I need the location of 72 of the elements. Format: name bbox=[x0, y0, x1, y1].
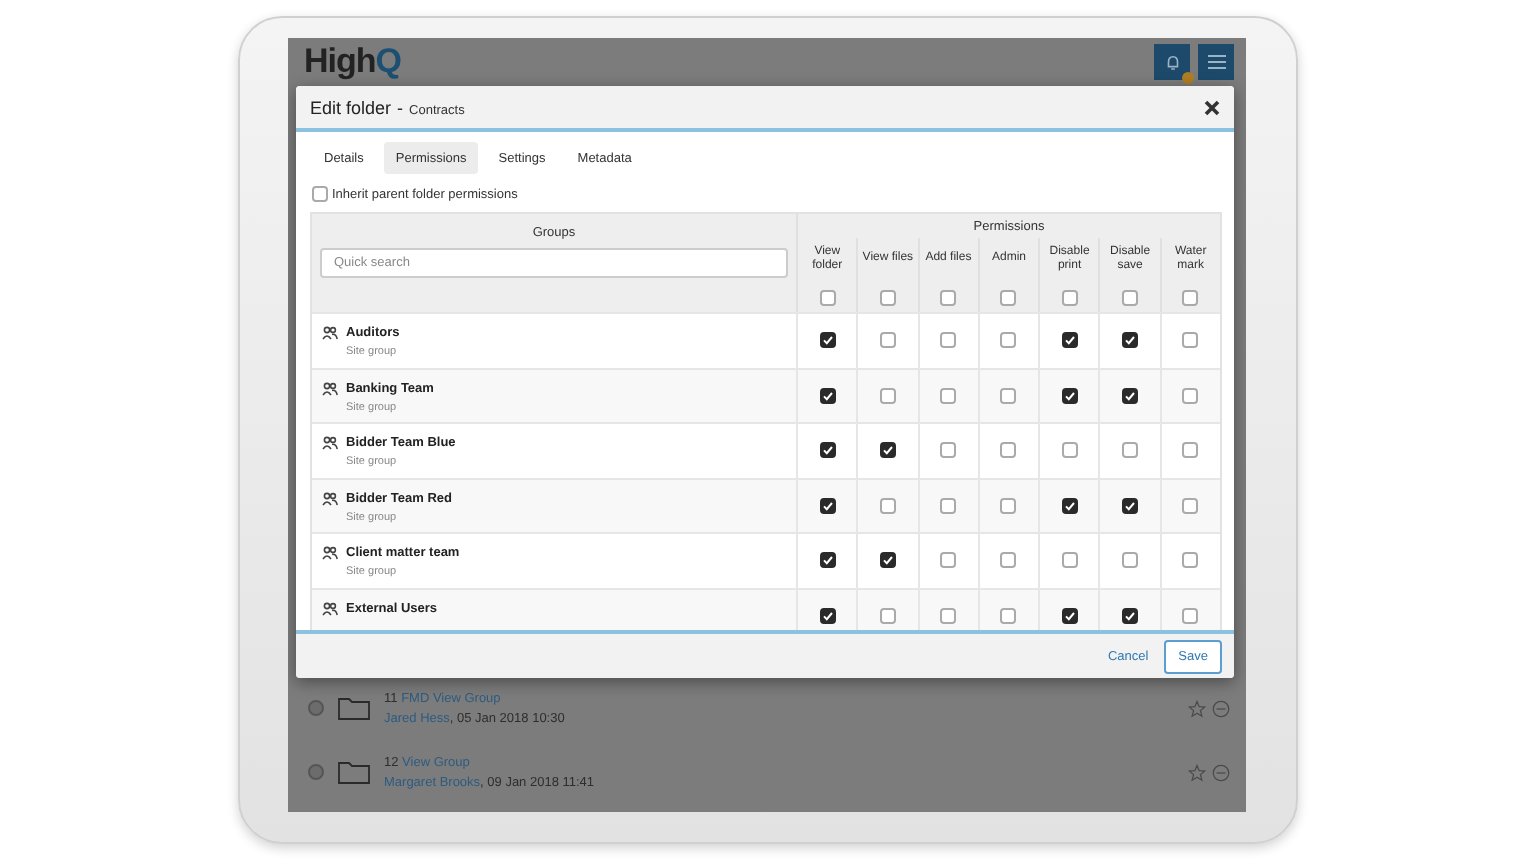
permission-checkbox[interactable] bbox=[879, 387, 896, 404]
permission-checkbox[interactable] bbox=[819, 442, 836, 459]
permission-checkbox[interactable] bbox=[1061, 387, 1078, 404]
star-icon[interactable] bbox=[1188, 763, 1206, 781]
permission-checkbox[interactable] bbox=[1182, 552, 1199, 569]
select-all-checkbox[interactable] bbox=[1061, 289, 1078, 305]
permission-checkbox[interactable] bbox=[1182, 607, 1199, 624]
permission-checkbox[interactable] bbox=[1122, 332, 1139, 349]
permission-checkbox[interactable] bbox=[819, 497, 836, 514]
permission-checkbox[interactable] bbox=[819, 387, 836, 404]
permission-checkbox[interactable] bbox=[940, 442, 957, 459]
permission-checkbox[interactable] bbox=[1061, 552, 1078, 569]
permission-checkbox[interactable] bbox=[879, 497, 896, 514]
permission-checkbox[interactable] bbox=[1182, 332, 1199, 349]
permission-checkbox[interactable] bbox=[1061, 332, 1078, 349]
more-icon[interactable] bbox=[1212, 699, 1230, 717]
select-all-checkbox[interactable] bbox=[940, 289, 957, 305]
row-checkbox[interactable] bbox=[308, 764, 324, 780]
permission-checkbox[interactable] bbox=[1122, 387, 1139, 404]
permission-checkbox[interactable] bbox=[819, 552, 836, 569]
permission-checkbox[interactable] bbox=[1000, 552, 1017, 569]
permission-checkbox[interactable] bbox=[1061, 442, 1078, 459]
inherit-checkbox[interactable] bbox=[312, 186, 328, 202]
permission-checkbox[interactable] bbox=[940, 607, 957, 624]
people-icon bbox=[322, 491, 338, 505]
people-icon bbox=[322, 381, 338, 395]
menu-button[interactable] bbox=[1198, 44, 1234, 80]
row-checkbox[interactable] bbox=[308, 700, 324, 716]
permission-checkbox[interactable] bbox=[1061, 607, 1078, 624]
star-icon[interactable] bbox=[1188, 699, 1206, 717]
notifications-button[interactable] bbox=[1154, 44, 1190, 80]
people-icon bbox=[322, 436, 338, 450]
permission-checkbox[interactable] bbox=[1061, 497, 1078, 514]
permission-checkbox[interactable] bbox=[819, 332, 836, 349]
people-icon bbox=[322, 601, 338, 615]
permission-checkbox[interactable] bbox=[940, 332, 957, 349]
folder-icon bbox=[338, 760, 370, 784]
permission-checkbox[interactable] bbox=[879, 607, 896, 624]
people-icon bbox=[322, 546, 338, 560]
permission-checkbox[interactable] bbox=[1000, 387, 1017, 404]
folder-icon bbox=[338, 696, 370, 720]
dialog-title: Edit folder bbox=[310, 97, 392, 117]
permission-checkbox[interactable] bbox=[1182, 497, 1199, 514]
title-separator: - bbox=[397, 97, 404, 117]
more-icon[interactable] bbox=[1212, 763, 1230, 781]
select-all-checkbox[interactable] bbox=[1000, 289, 1017, 305]
permission-checkbox[interactable] bbox=[1122, 607, 1139, 624]
permission-checkbox[interactable] bbox=[1122, 442, 1139, 459]
logo: HighQ bbox=[304, 42, 402, 82]
select-all-checkbox[interactable] bbox=[879, 289, 896, 305]
permission-checkbox[interactable] bbox=[879, 332, 896, 349]
permission-checkbox[interactable] bbox=[1122, 497, 1139, 514]
permission-checkbox[interactable] bbox=[879, 552, 896, 569]
permission-checkbox[interactable] bbox=[1000, 497, 1017, 514]
permission-checkbox[interactable] bbox=[940, 552, 957, 569]
people-icon bbox=[322, 326, 338, 340]
close-icon[interactable] bbox=[1204, 99, 1220, 115]
permission-checkbox[interactable] bbox=[1000, 442, 1017, 459]
bell-icon bbox=[1163, 53, 1181, 71]
select-all-checkbox[interactable] bbox=[819, 289, 836, 305]
permission-checkbox[interactable] bbox=[940, 387, 957, 404]
permission-checkbox[interactable] bbox=[1122, 552, 1139, 569]
menu-icon bbox=[1207, 54, 1225, 70]
permission-checkbox[interactable] bbox=[819, 607, 836, 624]
permission-checkbox[interactable] bbox=[1000, 332, 1017, 349]
select-all-checkbox[interactable] bbox=[1122, 289, 1139, 305]
permission-checkbox[interactable] bbox=[1182, 387, 1199, 404]
permission-checkbox[interactable] bbox=[1182, 442, 1199, 459]
permission-checkbox[interactable] bbox=[940, 497, 957, 514]
permission-checkbox[interactable] bbox=[879, 442, 896, 459]
permission-checkbox[interactable] bbox=[1000, 607, 1017, 624]
select-all-checkbox[interactable] bbox=[1182, 289, 1199, 305]
